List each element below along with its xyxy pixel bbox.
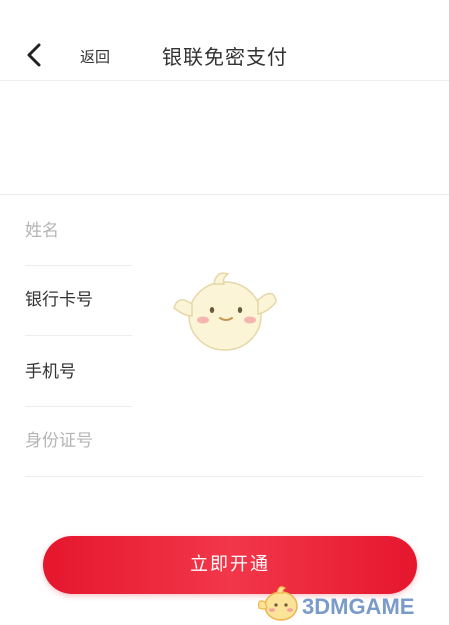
- card-number-field-divider: [25, 335, 132, 336]
- header-divider: [0, 80, 449, 81]
- header: 返回 银联免密支付: [0, 0, 449, 78]
- back-label: 返回: [80, 48, 111, 66]
- name-field[interactable]: 姓名: [25, 211, 425, 251]
- phone-field-divider: [25, 406, 132, 407]
- watermark-mascot-icon: [258, 586, 298, 621]
- id-number-field-divider: [25, 476, 422, 477]
- chevron-left-icon: [27, 43, 41, 67]
- watermark-logo: 3DMGAME: [255, 578, 445, 624]
- back-button[interactable]: 返回: [18, 34, 118, 74]
- id-number-field[interactable]: 身份证号: [25, 421, 425, 461]
- name-field-divider: [25, 265, 132, 266]
- mascot-icon: [173, 272, 277, 351]
- page-title: 银联免密支付: [162, 45, 288, 69]
- banner-area: [0, 82, 449, 192]
- banner-divider: [0, 194, 449, 195]
- watermark-text: 3DMGAME: [302, 594, 415, 619]
